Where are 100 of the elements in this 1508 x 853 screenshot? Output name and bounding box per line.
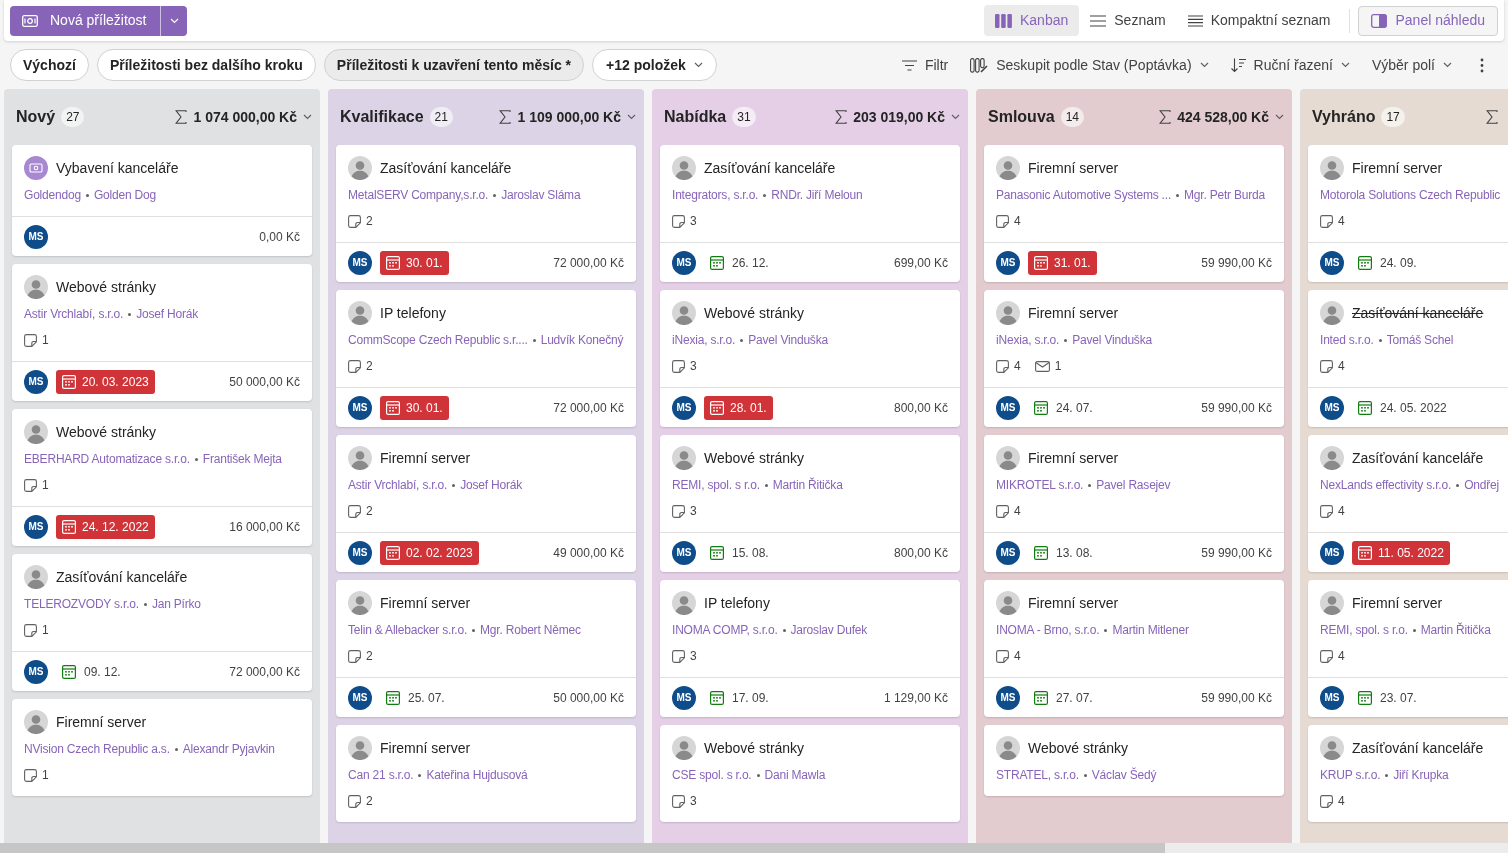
owner-avatar: MS <box>1320 685 1344 710</box>
new-opportunity-button[interactable]: Nová příležitost <box>10 5 161 36</box>
contact-link[interactable]: Tomáš Schel <box>1386 331 1454 349</box>
contact-link[interactable]: Ondřej <box>1464 476 1499 494</box>
company-link[interactable]: INOMA COMP, s.r.o. <box>672 621 778 639</box>
toolbar-command[interactable]: Ruční řazení <box>1230 54 1350 76</box>
opportunity-card[interactable]: Firemní server Astir Vrchlabí, s.r.o. Josef Horák 2 MS 02. 02. 2023 49 000,00 Kč <box>336 435 636 572</box>
card-amount: 50 000,00 Kč <box>229 373 300 391</box>
contact-link[interactable]: Martin Mitlener <box>1112 621 1189 639</box>
contact-link[interactable]: Jan Pírko <box>151 595 201 613</box>
contact-link[interactable]: Pavel Vinduška <box>748 331 828 349</box>
view-tab[interactable]: Kanban <box>984 5 1080 36</box>
company-link[interactable]: INOMA - Brno, s.r.o. <box>996 621 1100 639</box>
contact-link[interactable]: Jaroslav Sláma <box>501 186 581 204</box>
company-link[interactable]: CSE spol. s r.o. <box>672 766 752 784</box>
opportunity-card[interactable]: Webové stránky iNexia, s.r.o. Pavel Vinduška 3 MS 28. 01. 800,00 Kč <box>660 290 960 427</box>
company-link[interactable]: Telin & Allebacker s.r.o. <box>348 621 468 639</box>
opportunity-card[interactable]: Webové stránky EBERHARD Automatizace s.r.o. František Mejta 1 MS 24. 12. 2022 16 000,00 Kč <box>12 409 312 546</box>
company-link[interactable]: Inted s.r.o. <box>1320 331 1374 349</box>
count-badge: 14 <box>1060 107 1085 127</box>
opportunity-card[interactable]: Webové stránky CSE spol. s r.o. Dani Mawla 3 <box>660 725 960 822</box>
company-link[interactable]: Integrators, s.r.o. <box>672 186 759 204</box>
company-link[interactable]: CommScope Czech Republic s.r.... <box>348 331 528 349</box>
opportunity-card[interactable]: Firemní server MIKROTEL s.r.o. Pavel Rasejev 4 MS 13. 08. 59 990,00 Kč <box>984 435 1284 572</box>
company-link[interactable]: STRATEL, s.r.o. <box>996 766 1079 784</box>
company-link[interactable]: iNexia, s.r.o. <box>672 331 736 349</box>
contact-link[interactable]: Mgr. Petr Burda <box>1184 186 1266 204</box>
opportunity-card[interactable]: Zasíťování kanceláře TELEROZVODY s.r.o. Jan Pírko 1 MS 09. 12. 72 000,00 Kč <box>12 554 312 691</box>
opportunity-card[interactable]: Firemní server Telin & Allebacker s.r.o. Mgr. Robert Němec 2 MS 25. 07. 50 000,00 Kč <box>336 580 636 717</box>
contact-link[interactable]: Jiří Krupka <box>1393 766 1449 784</box>
contact-link[interactable]: Mgr. Robert Němec <box>480 621 581 639</box>
company-link[interactable]: REMI, spol. s r.o. <box>672 476 760 494</box>
opportunity-card[interactable]: Firemní server INOMA - Brno, s.r.o. Martin Mitlener 4 MS 27. 07. 59 990,00 Kč <box>984 580 1284 717</box>
view-tab[interactable]: Seznam <box>1079 5 1177 36</box>
company-link[interactable]: MetalSERV Company,s.r.o. <box>348 186 489 204</box>
card-amount: 50 000,00 Kč <box>553 689 624 707</box>
due-date-badge: 20. 03. 2023 <box>56 369 155 394</box>
contact-link[interactable]: Pavel Vinduška <box>1072 331 1152 349</box>
opportunity-card[interactable]: Zasíťování kanceláře Integrators, s.r.o. RNDr. Jiří Meloun 3 MS 26. 12. 699,00 Kč <box>660 145 960 282</box>
company-link[interactable]: KRUP s.r.o. <box>1320 766 1381 784</box>
opportunity-card[interactable]: Zasíťování kanceláře MetalSERV Company,s.r.o. Jaroslav Sláma 2 MS 30. 01. 72 000,00 Kč <box>336 145 636 282</box>
opportunity-card[interactable]: Firemní server iNexia, s.r.o. Pavel Vinduška 4 1 MS 24. 07. 59 990,00 Kč <box>984 290 1284 427</box>
owner-avatar: MS <box>996 395 1020 420</box>
opportunity-card[interactable]: Zasíťování kanceláře NexLands effectivity s.r.o. Ondřej 4 MS 11. 05. 2022 <box>1308 435 1508 572</box>
saved-view-pill[interactable]: Příležitosti bez dalšího kroku <box>96 49 316 81</box>
company-link[interactable]: MIKROTEL s.r.o. <box>996 476 1084 494</box>
opportunity-card[interactable]: IP telefony INOMA COMP, s.r.o. Jaroslav Dufek 3 MS 17. 09. 1 129,00 Kč <box>660 580 960 717</box>
contact-link[interactable]: Golden Dog <box>93 186 156 204</box>
company-link[interactable]: Goldendog <box>24 186 81 204</box>
opportunity-card[interactable]: Firemní server NVision Czech Republic a.s. Alexandr Pyjavkin 1 <box>12 699 312 796</box>
toolbar-command[interactable]: Výběr polí <box>1371 54 1452 76</box>
contact-link[interactable]: Martin Řitička <box>772 476 843 494</box>
company-link[interactable]: NVision Czech Republic a.s. <box>24 740 170 758</box>
card-amount: 0,00 Kč <box>259 228 300 246</box>
contact-link[interactable]: Josef Horák <box>136 305 199 323</box>
company-link[interactable]: Astir Vrchlabí, s.r.o. <box>24 305 124 323</box>
contact-link[interactable]: Martin Řitička <box>1420 621 1491 639</box>
due-date-badge: 02. 02. 2023 <box>380 540 479 565</box>
contact-link[interactable]: Dani Mawla <box>764 766 826 784</box>
contact-link[interactable]: Pavel Rasejev <box>1096 476 1171 494</box>
company-link[interactable]: NexLands effectivity s.r.o. <box>1320 476 1452 494</box>
contact-link[interactable]: Josef Horák <box>460 476 523 494</box>
opportunity-card[interactable]: Firemní server Can 21 s.r.o. Kateřina Hujdusová 2 <box>336 725 636 822</box>
card-title: Firemní server <box>380 593 471 613</box>
contact-link[interactable]: Kateřina Hujdusová <box>426 766 528 784</box>
contact-link[interactable]: Václav Šedý <box>1091 766 1157 784</box>
due-date-badge: 24. 12. 2022 <box>56 514 155 539</box>
opportunity-card[interactable]: Firemní server Motorola Solutions Czech Republic 4 MS 24. 09. <box>1308 145 1508 282</box>
contact-link[interactable]: Ludvík Konečný <box>540 331 624 349</box>
opportunity-card[interactable]: Webové stránky STRATEL, s.r.o. Václav Šedý <box>984 725 1284 796</box>
contact-link[interactable]: František Mejta <box>202 450 282 468</box>
preview-panel-button[interactable]: Panel náhledu <box>1358 5 1498 36</box>
more-views-button[interactable]: +12 položek <box>592 49 717 81</box>
opportunity-card[interactable]: Webové stránky Astir Vrchlabí, s.r.o. Josef Horák 1 MS 20. 03. 2023 50 000,00 Kč <box>12 264 312 401</box>
company-link[interactable]: Panasonic Automotive Systems ... <box>996 186 1172 204</box>
view-tab[interactable]: Kompaktní seznam <box>1176 5 1342 36</box>
contact-link[interactable]: Alexandr Pyjavkin <box>182 740 275 758</box>
company-link[interactable]: EBERHARD Automatizace s.r.o. <box>24 450 190 468</box>
company-link[interactable]: Can 21 s.r.o. <box>348 766 414 784</box>
opportunity-card[interactable]: Firemní server REMI, spol. s r.o. Martin Řitička 4 MS 23. 07. <box>1308 580 1508 717</box>
saved-view-pill[interactable]: Příležitosti k uzavření tento měsíc * <box>323 49 585 81</box>
company-link[interactable]: TELEROZVODY s.r.o. <box>24 595 139 613</box>
company-link[interactable]: iNexia, s.r.o. <box>996 331 1060 349</box>
note-count: 1 <box>42 332 49 349</box>
opportunity-card[interactable]: Vybavení kanceláře Goldendog Golden Dog MS 0,00 Kč <box>12 145 312 256</box>
contact-link[interactable]: RNDr. Jiří Meloun <box>771 186 863 204</box>
opportunity-card[interactable]: Firemní server Panasonic Automotive Systems ... Mgr. Petr Burda 4 MS 31. 01. 59 990,00 Kč <box>984 145 1284 282</box>
saved-view-pill[interactable]: Výchozí <box>10 49 89 81</box>
contact-link[interactable]: Jaroslav Dufek <box>790 621 868 639</box>
toolbar-command[interactable]: Filtr <box>901 54 949 76</box>
opportunity-card[interactable]: Zasíťování kanceláře Inted s.r.o. Tomáš Schel 4 MS 24. 05. 2022 <box>1308 290 1508 427</box>
count-badge: 21 <box>429 107 453 127</box>
opportunity-card[interactable]: IP telefony CommScope Czech Republic s.r.... Ludvík Konečný 2 MS 30. 01. 72 000,00 Kč <box>336 290 636 427</box>
opportunity-card[interactable]: Zasíťování kanceláře KRUP s.r.o. Jiří Krupka 4 <box>1308 725 1508 822</box>
company-link[interactable]: REMI, spol. s r.o. <box>1320 621 1408 639</box>
card-amount: 72 000,00 Kč <box>553 399 624 417</box>
company-link[interactable]: Astir Vrchlabí, s.r.o. <box>348 476 448 494</box>
company-link[interactable]: Motorola Solutions Czech Republic <box>1320 186 1501 204</box>
toolbar-command[interactable]: Seskupit podle Stav (Poptávka) <box>970 54 1209 76</box>
opportunity-card[interactable]: Webové stránky REMI, spol. s r.o. Martin Řitička 3 MS 15. 08. 800,00 Kč <box>660 435 960 572</box>
